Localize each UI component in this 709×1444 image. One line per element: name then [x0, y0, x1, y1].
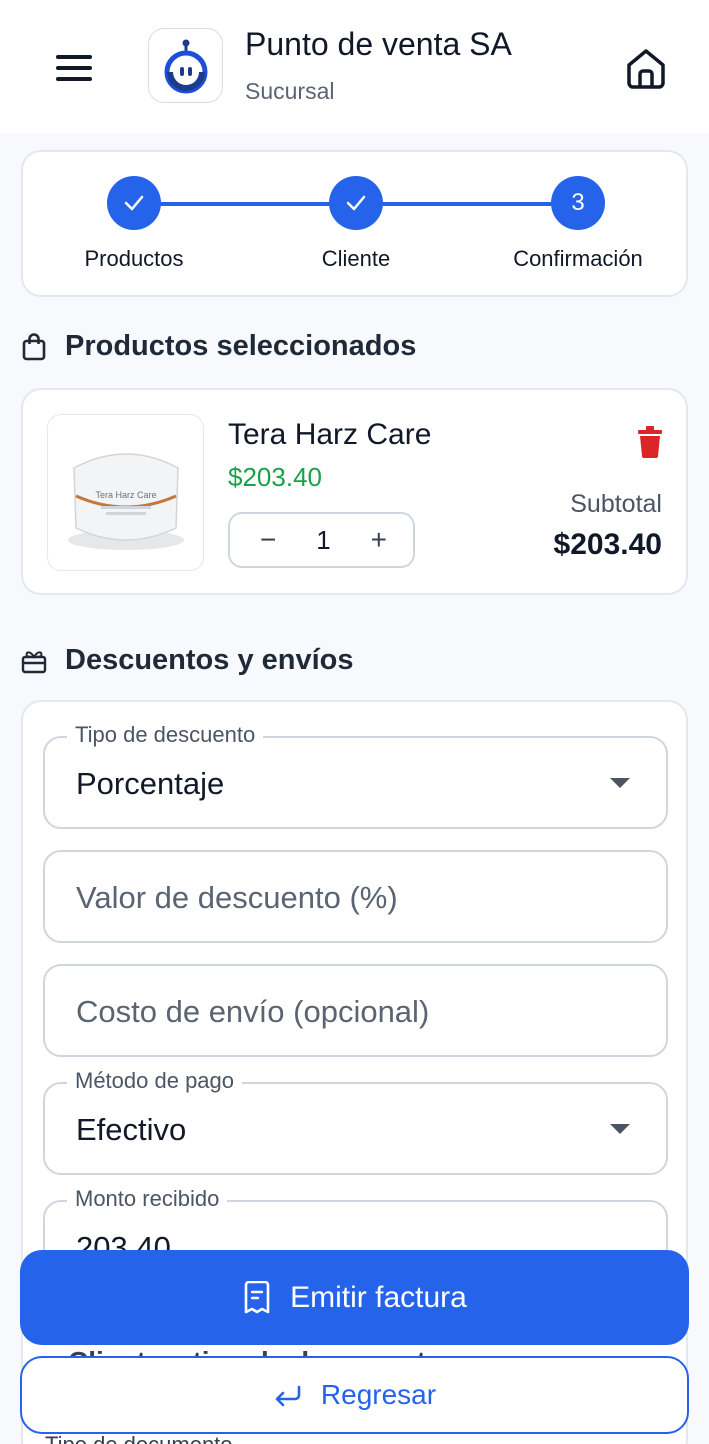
step-label-confirmacion: Confirmación: [513, 246, 643, 271]
payment-method-select[interactable]: Método de pago Efectivo: [43, 1068, 668, 1175]
back-button[interactable]: Regresar: [20, 1356, 689, 1434]
discount-value-input[interactable]: Valor de descuento (%): [43, 850, 668, 943]
robot-logo-icon: [164, 39, 207, 93]
back-label: Regresar: [320, 1379, 437, 1410]
increase-quantity-button[interactable]: +: [371, 526, 387, 554]
issue-invoice-label: Emitir factura: [290, 1280, 467, 1314]
field-label: Monto recibido: [67, 1186, 228, 1212]
section-title: Descuentos y envíos: [65, 644, 354, 676]
branch-subtitle: Sucursal: [245, 78, 335, 104]
field-value: Efectivo: [76, 1112, 187, 1147]
app-header: Punto de venta SA Sucursal: [0, 0, 709, 133]
step-connector: [160, 202, 330, 206]
quantity-stepper: − 1 +: [228, 512, 415, 568]
quantity-value: 1: [316, 524, 331, 555]
checkout-stepper: 3 Productos Cliente Confirmación: [21, 150, 688, 297]
decrease-quantity-button[interactable]: −: [260, 526, 276, 554]
product-name: Tera Harz Care: [228, 418, 432, 451]
dropdown-arrow-icon: [610, 1124, 630, 1134]
step-1-check-icon[interactable]: [107, 176, 161, 230]
products-section-heading: Productos seleccionados: [21, 330, 416, 363]
field-placeholder: Valor de descuento (%): [76, 880, 398, 915]
shopping-bag-icon: [22, 332, 46, 360]
issue-invoice-button[interactable]: Emitir factura: [20, 1250, 689, 1345]
app-logo: [148, 28, 223, 103]
discount-type-select[interactable]: Tipo de descuento Porcentaje: [43, 722, 668, 829]
delete-product-icon[interactable]: [637, 426, 663, 463]
step-label-productos: Productos: [84, 246, 184, 271]
field-label: Tipo de descuento: [67, 722, 264, 748]
shipping-cost-input[interactable]: Costo de envío (opcional): [43, 964, 668, 1057]
step-3-number[interactable]: 3: [551, 176, 605, 230]
receipt-icon: [244, 1280, 270, 1313]
step-label-cliente: Cliente: [321, 246, 391, 271]
product-card: Tera Harz Care Tera Harz Care $203.40 − …: [21, 388, 688, 595]
field-label: Método de pago: [67, 1068, 243, 1094]
section-title: Productos seleccionados: [65, 330, 417, 362]
gift-icon: [21, 650, 47, 673]
dropdown-arrow-icon: [610, 778, 630, 788]
discounts-section-heading: Descuentos y envíos: [21, 644, 354, 677]
product-image: Tera Harz Care: [47, 414, 204, 571]
product-image-label: Tera Harz Care: [95, 490, 156, 500]
subtotal-label: Subtotal: [570, 490, 662, 518]
subtotal-value: $203.40: [553, 528, 662, 561]
hamburger-menu-icon[interactable]: [50, 48, 98, 88]
field-value: Porcentaje: [76, 766, 225, 801]
step-connector: [382, 202, 552, 206]
return-arrow-icon: [275, 1385, 301, 1407]
field-placeholder: Costo de envío (opcional): [76, 994, 430, 1029]
home-icon[interactable]: [620, 42, 672, 94]
product-price: $203.40: [228, 462, 322, 492]
step-2-check-icon[interactable]: [329, 176, 383, 230]
app-title: Punto de venta SA: [245, 26, 512, 62]
